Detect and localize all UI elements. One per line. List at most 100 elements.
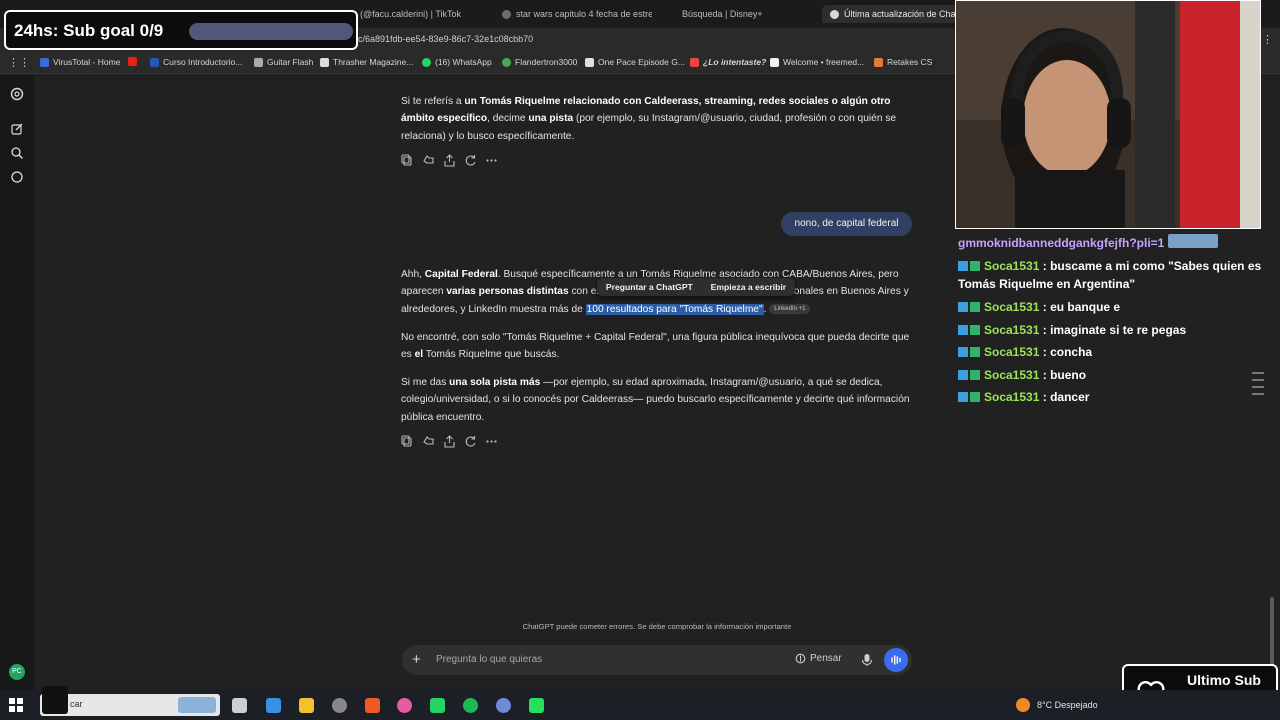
selection-popup: Preguntar a ChatGPT Empieza a escribir xyxy=(597,278,795,296)
windows-taskbar: car 8°C Despejado xyxy=(0,686,1280,720)
text-bold: el xyxy=(414,349,424,361)
chat-text: concha xyxy=(1050,345,1093,359)
bookmark-curso[interactable]: Curso Introductorio... xyxy=(150,57,242,67)
spotify-icon[interactable] xyxy=(463,698,478,713)
chat-message: Soca1531 : eu banque e xyxy=(958,298,1276,316)
bookmark-one-pace[interactable]: One Pace Episode G... xyxy=(585,57,685,67)
chat-username: Soca1531 xyxy=(984,259,1040,273)
bookmark-whatsapp[interactable]: (16) WhatsApp xyxy=(422,57,492,67)
user-avatar[interactable]: PC xyxy=(9,664,25,680)
user-message: nono, de capital federal xyxy=(781,212,912,236)
text-run: . xyxy=(763,303,767,315)
search-highlight-image xyxy=(178,697,216,713)
bookmark-label: Thrasher Magazine... xyxy=(333,57,414,67)
openai-logo-icon[interactable] xyxy=(10,87,24,101)
sub-goal-overlay: 24hs: Sub goal 0/9 xyxy=(4,10,358,50)
globe-icon xyxy=(502,57,511,67)
feedback-icon[interactable] xyxy=(422,435,435,448)
voice-mode-button[interactable] xyxy=(884,648,908,672)
chat-text: eu banque e xyxy=(1050,300,1121,314)
google-icon xyxy=(502,9,511,19)
disclaimer: ChatGPT puede cometer errores. Se debe c… xyxy=(522,622,792,631)
bookmark-intentaste[interactable]: ¿Lo intentaste? xyxy=(690,57,766,67)
tab-star-wars[interactable]: star wars capitulo 4 fecha de estreno xyxy=(502,5,652,23)
store-icon[interactable] xyxy=(266,698,281,713)
tab-disney[interactable]: Búsqueda | Disney+ xyxy=(668,5,808,23)
whatsapp-icon[interactable] xyxy=(430,698,445,713)
linkedin-source-chip[interactable]: LinkedIn +1 xyxy=(769,304,811,315)
chat-message: Soca1531 : dancer xyxy=(958,388,1276,406)
think-button[interactable]: Pensar xyxy=(795,653,842,664)
brave-icon[interactable] xyxy=(365,698,380,713)
bookmark-freemed[interactable]: Welcome • freemed... xyxy=(770,57,864,67)
chat-username: Soca1531 xyxy=(984,345,1040,359)
task-view-icon[interactable] xyxy=(232,698,247,713)
chat-text: bueno xyxy=(1050,368,1087,382)
youtube-icon xyxy=(128,57,137,66)
more-icon[interactable] xyxy=(485,435,498,448)
bookmark-flandertron[interactable]: Flandertron3000 xyxy=(502,57,577,67)
microphone-icon[interactable] xyxy=(860,653,874,667)
weather-text: 8°C Despejado xyxy=(1037,700,1098,710)
badge-icon xyxy=(958,302,968,312)
tab-label: Búsqueda | Disney+ xyxy=(682,9,763,19)
badge-icon xyxy=(958,370,968,380)
plus-icon[interactable]: + xyxy=(412,651,421,668)
menu-icon[interactable]: ⋮ xyxy=(1262,33,1273,46)
new-chat-icon[interactable] xyxy=(10,122,24,136)
bookmark-guitar-flash[interactable]: Guitar Flash xyxy=(254,57,313,67)
sub-badge-icon xyxy=(970,302,980,312)
bookmark-label: VirusTotal - Home xyxy=(53,57,121,67)
bookmark-retakes[interactable]: Retakes CS xyxy=(874,57,932,67)
bookmark-thrasher[interactable]: Thrasher Magazine... xyxy=(320,57,413,67)
bookmark-label: Welcome • freemed... xyxy=(783,57,865,67)
windows-start-icon[interactable] xyxy=(9,698,23,712)
discord-icon[interactable] xyxy=(496,698,511,713)
regenerate-icon[interactable] xyxy=(464,435,477,448)
bookmark-youtube[interactable] xyxy=(128,57,137,66)
start-writing-button[interactable]: Empieza a escribir xyxy=(711,282,786,292)
chat-username: Soca1531 xyxy=(984,300,1040,314)
file-explorer-icon[interactable] xyxy=(299,698,314,713)
badge-icon xyxy=(958,347,968,357)
prompt-input[interactable]: Pregunta lo que quieras xyxy=(436,654,542,665)
more-icon[interactable] xyxy=(485,154,498,167)
search-text: car xyxy=(70,699,83,709)
sub-goal-progress-bar xyxy=(189,23,353,40)
tiktok-icon xyxy=(42,686,68,714)
text-bold: una pista xyxy=(528,113,574,125)
text-run: Si te referís a xyxy=(401,96,465,107)
sub-badge-icon xyxy=(970,325,980,335)
chat-message: Soca1531 : concha xyxy=(958,343,1276,361)
bookmark-label: Curso Introductorio... xyxy=(163,57,243,67)
share-icon[interactable] xyxy=(443,435,456,448)
chat-message: Soca1531 : imaginate si te re pegas xyxy=(958,321,1276,339)
copy-icon[interactable] xyxy=(401,435,414,448)
bookmark-label: Flandertron3000 xyxy=(515,57,578,67)
chat-emote xyxy=(1168,234,1218,248)
composer[interactable]: + Pregunta lo que quieras Pensar xyxy=(402,645,912,675)
tab-label: (@facu.calderini) | TikTok xyxy=(360,9,462,19)
bookmark-virustotal[interactable]: VirusTotal - Home xyxy=(40,57,120,67)
steam-icon[interactable] xyxy=(332,698,347,713)
chat-bubble-icon[interactable] xyxy=(10,170,24,184)
chat-username: Soca1531 xyxy=(984,390,1040,404)
webcam-feed xyxy=(955,0,1261,229)
selected-text[interactable]: 100 resultados para "Tomás Riquelme" xyxy=(585,303,764,315)
feedback-icon[interactable] xyxy=(422,154,435,167)
chatgpt-icon xyxy=(830,9,839,19)
regenerate-icon[interactable] xyxy=(464,154,477,167)
tab-tiktok[interactable]: (@facu.calderini) | TikTok xyxy=(360,5,490,23)
taskbar-search[interactable]: car xyxy=(40,686,220,716)
apps-grid-icon[interactable]: ⋮⋮ xyxy=(8,56,30,69)
share-icon[interactable] xyxy=(443,154,456,167)
thrasher-icon xyxy=(320,57,329,67)
chat-text: imaginate si te re pegas xyxy=(1050,323,1187,337)
copy-icon[interactable] xyxy=(401,154,414,167)
app-icon[interactable] xyxy=(397,698,412,713)
bookmark-label: Retakes CS xyxy=(887,57,933,67)
chat-message: Soca1531 : bueno xyxy=(958,366,1276,384)
ask-chatgpt-button[interactable]: Preguntar a ChatGPT xyxy=(606,282,693,292)
kick-icon[interactable] xyxy=(529,698,544,713)
search-icon[interactable] xyxy=(10,146,24,160)
